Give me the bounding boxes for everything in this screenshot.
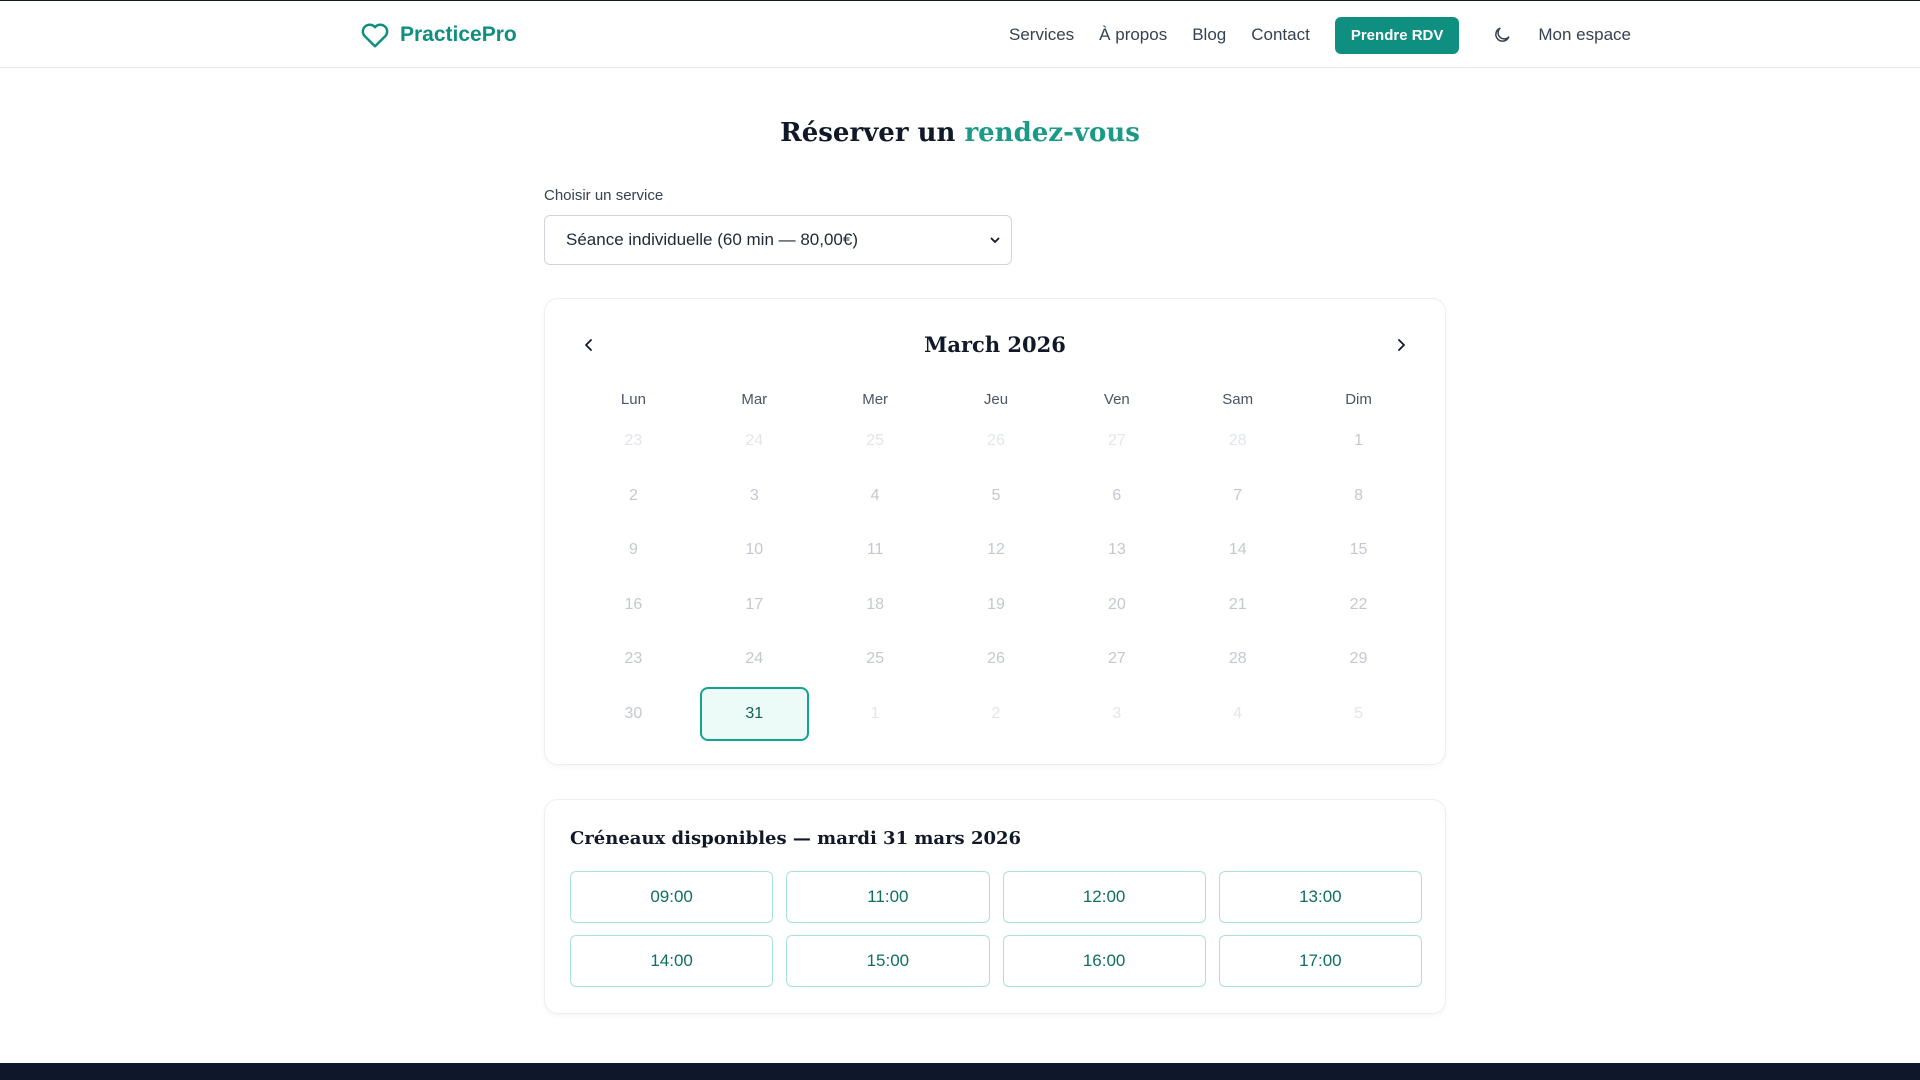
calendar-day: 22 (1349, 595, 1368, 613)
calendar-day: 16 (624, 595, 643, 613)
calendar-day: 1 (1354, 432, 1364, 450)
nav-about[interactable]: À propos (1099, 25, 1167, 45)
brand-name: PracticePro (400, 23, 517, 46)
slots-card: Créneaux disponibles — mardi 31 mars 202… (544, 799, 1446, 1014)
site-header: PracticePro Services À propos Blog Conta… (0, 1, 1920, 68)
slots-grid: 09:00 11:00 12:00 13:00 14:00 15:00 16:00 17:00 (570, 871, 1422, 987)
weekday-header: Mar (741, 390, 768, 408)
calendar-day: 25 (866, 432, 885, 450)
site-footer (0, 1063, 1920, 1080)
calendar-day: 5 (991, 486, 1001, 504)
calendar-day: 3 (749, 486, 759, 504)
calendar-day: 18 (866, 595, 885, 613)
main-nav: Services À propos Blog Contact Prendre R… (1009, 16, 1631, 54)
calendar-card: March 2026 Lun Mar Mer Jeu Ven Sam Dim 23 24 25 26… (544, 298, 1446, 765)
time-slot-button[interactable]: 16:00 (1002, 935, 1206, 987)
previous-month-button[interactable] (575, 331, 603, 359)
slots-title: Créneaux disponibles — mardi 31 mars 202… (570, 828, 1022, 849)
calendar-day: 9 (628, 541, 638, 559)
time-slot-button[interactable]: 11:00 (786, 871, 990, 923)
page-title-main: Réserver un (780, 118, 956, 148)
nav-services[interactable]: Services (1009, 25, 1074, 45)
time-slot-button[interactable]: 17:00 (1218, 935, 1422, 987)
chevron-left-icon (585, 339, 592, 351)
weekday-header: Dim (1345, 390, 1372, 408)
calendar-day: 10 (745, 541, 764, 559)
calendar-day: 26 (987, 432, 1005, 450)
calendar-day: 7 (1233, 486, 1243, 504)
calendar-day: 21 (1228, 595, 1247, 613)
calendar-day: 11 (866, 541, 884, 559)
heart-icon (361, 23, 389, 48)
calendar-day: 29 (1349, 650, 1368, 668)
weekday-header: Sam (1222, 390, 1254, 408)
calendar-day: 25 (866, 650, 885, 668)
page-title-accent: rendez-vous (964, 118, 1140, 148)
next-month-button[interactable] (1387, 331, 1415, 359)
service-label: Choisir un service (544, 187, 664, 204)
weekday-header: Ven (1103, 390, 1130, 408)
moon-icon (1495, 27, 1510, 42)
calendar-header: March 2026 (545, 329, 1445, 359)
time-slot-button[interactable]: 14:00 (570, 935, 774, 987)
calendar-day: 26 (987, 650, 1005, 668)
weekday-header: Mer (862, 390, 889, 408)
time-slot-button[interactable]: 15:00 (786, 935, 990, 987)
calendar-day: 27 (1107, 650, 1126, 668)
calendar-day: 5 (1354, 704, 1364, 722)
calendar-day: 28 (1228, 432, 1247, 450)
page-title: Réserver un rendez-vous (0, 118, 1920, 148)
time-slot-button[interactable]: 13:00 (1218, 871, 1422, 923)
calendar-day: 3 (1112, 704, 1122, 722)
service-select[interactable]: Séance individuelle (60 min — 80,00€) (544, 215, 1012, 265)
calendar-day: 23 (624, 432, 643, 450)
calendar-day: 15 (1349, 541, 1368, 559)
calendar-grid: Lun Mar Mer Jeu Ven Sam Dim 23 24 25 26 27 28 1 2 3 4 5 6 7… (573, 384, 1419, 741)
calendar-day: 17 (745, 595, 764, 613)
calendar-day: 1 (870, 704, 880, 722)
calendar-day: 24 (745, 432, 764, 450)
calendar-day: 4 (1233, 704, 1243, 722)
time-slot-button[interactable]: 12:00 (1002, 871, 1206, 923)
weekday-header: Jeu (983, 390, 1009, 408)
calendar-day: 30 (624, 704, 643, 722)
book-appointment-button[interactable]: Prendre RDV (1334, 16, 1460, 54)
calendar-day: 24 (745, 650, 764, 668)
calendar-day: 28 (1228, 650, 1247, 668)
service-select-value: Séance individuelle (60 min — 80,00€) (566, 230, 859, 249)
calendar-day: 14 (1228, 541, 1247, 559)
calendar-day: 19 (987, 595, 1005, 613)
calendar-day: 20 (1107, 595, 1126, 613)
calendar-day: 2 (991, 704, 1001, 722)
calendar-day: 4 (870, 486, 880, 504)
calendar-day: 2 (628, 486, 638, 504)
calendar-month-title: March 2026 (924, 331, 1066, 357)
time-slot-button[interactable]: 09:00 (570, 871, 774, 923)
brand-logo[interactable]: PracticePro (360, 20, 517, 50)
weekday-header: Lun (620, 390, 646, 408)
account-link[interactable]: Mon espace (1538, 25, 1631, 45)
calendar-day: 13 (1107, 541, 1126, 559)
nav-blog[interactable]: Blog (1192, 25, 1226, 45)
nav-contact[interactable]: Contact (1251, 25, 1310, 45)
calendar-day: 6 (1112, 486, 1122, 504)
chevron-down-icon (990, 237, 1000, 243)
calendar-day: 12 (987, 541, 1005, 559)
theme-toggle[interactable] (1491, 24, 1513, 46)
calendar-day: 27 (1107, 432, 1126, 450)
calendar-day: 8 (1354, 486, 1364, 504)
calendar-day-selected[interactable]: 31 (699, 686, 809, 741)
calendar-day: 23 (624, 650, 643, 668)
chevron-right-icon (1398, 339, 1405, 351)
